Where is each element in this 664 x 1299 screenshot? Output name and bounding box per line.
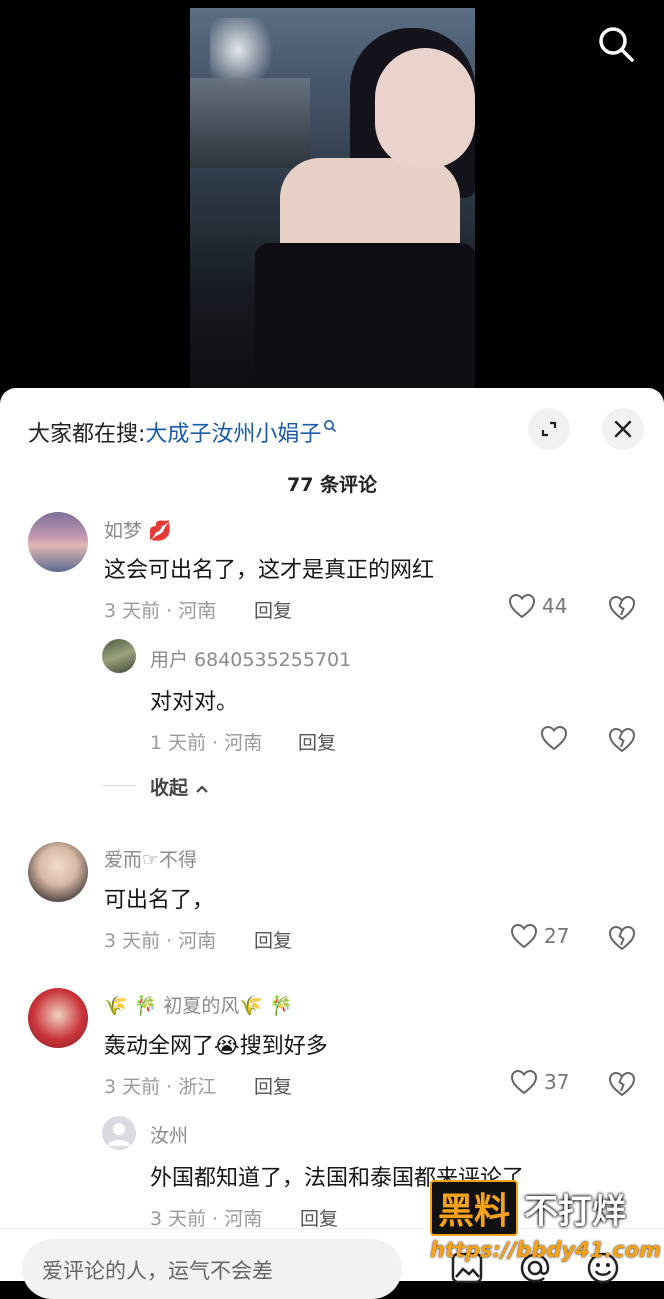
heart-broken-icon — [608, 595, 636, 621]
watermark-url: https://bbdy41.com — [430, 1238, 662, 1262]
comment-username[interactable]: 🌾 🎋 初夏的风🌾 🎋 — [104, 991, 293, 1018]
comment-username[interactable]: 爱而☞不得 — [104, 845, 197, 872]
heart-icon — [510, 1069, 538, 1095]
like-count: 44 — [542, 594, 568, 618]
comment-input-placeholder: 爱评论的人，运气不会差 — [42, 1259, 273, 1283]
reply-button[interactable]: 回复 — [254, 1072, 292, 1099]
trending-keyword[interactable]: 大成子汝州小娟子 — [145, 422, 321, 447]
expand-button[interactable] — [528, 408, 570, 450]
comment-text: 可出名了， — [104, 888, 215, 913]
heart-icon — [508, 593, 536, 619]
like-button[interactable]: 27 — [510, 923, 569, 949]
dislike-button[interactable] — [608, 1071, 636, 1101]
comment-meta: 3 天前 · 河南 — [104, 600, 217, 622]
heart-icon — [510, 923, 538, 949]
divider — [102, 785, 136, 786]
comment-text: 这会可出名了，这才是真正的网红 — [104, 558, 435, 583]
close-button[interactable] — [602, 408, 644, 450]
crying-emoji: 😭 — [214, 1034, 240, 1059]
expand-icon — [541, 421, 557, 437]
avatar[interactable] — [28, 512, 88, 572]
avatar[interactable] — [28, 842, 88, 902]
avatar[interactable] — [28, 988, 88, 1048]
avatar[interactable] — [102, 1116, 136, 1150]
reply-button[interactable]: 回复 — [254, 596, 292, 623]
comment-sheet: 大家都在搜:大成子汝州小娟子 77 条评论 如梦 💋 这会可出名了，这才是真正的… — [0, 388, 664, 1280]
like-button[interactable]: 44 — [508, 593, 567, 619]
comment-meta: 3 天前 · 河南 — [104, 930, 217, 952]
reply-button[interactable]: 回复 — [300, 1204, 338, 1231]
watermark-logo: 黑料 — [430, 1180, 519, 1236]
like-button[interactable]: 37 — [510, 1069, 569, 1095]
video-player[interactable] — [190, 8, 475, 388]
dislike-button[interactable] — [608, 925, 636, 955]
comment-meta: 3 天前 · 河南 — [150, 1208, 263, 1230]
search-button[interactable] — [596, 24, 636, 64]
comment-meta: 3 天前 · 浙江 — [104, 1076, 217, 1098]
search-icon — [599, 27, 634, 62]
parking-garage-background — [190, 78, 310, 168]
heart-broken-icon — [608, 727, 636, 753]
comment-input[interactable]: 爱评论的人，运气不会差 — [22, 1239, 402, 1299]
comment-text: 轰动全网了😭搜到好多 — [104, 1034, 328, 1059]
search-icon — [324, 419, 337, 432]
heart-broken-icon — [608, 925, 636, 951]
heart-broken-icon — [608, 1071, 636, 1097]
watermark-text: 不打烊 — [524, 1191, 627, 1232]
like-count: 37 — [544, 1070, 570, 1094]
comment-username[interactable]: 汝州 — [150, 1121, 188, 1148]
comment-username[interactable]: 用户 6840535255701 — [150, 645, 351, 672]
dislike-button[interactable] — [608, 727, 636, 757]
dislike-button[interactable] — [608, 595, 636, 625]
video-subject-dress — [255, 243, 475, 388]
trending-label: 大家都在搜: — [28, 422, 146, 447]
avatar[interactable] — [102, 639, 136, 673]
comment-meta: 1 天前 · 河南 — [150, 732, 263, 754]
comment-count: 77 条评论 — [286, 474, 378, 496]
like-button[interactable] — [540, 725, 568, 751]
collapse-replies-button[interactable]: 收起 — [150, 773, 209, 800]
watermark: 黑料 不打烊 https://bbdy41.com — [430, 1180, 661, 1262]
like-count: 27 — [544, 924, 570, 948]
comment-username[interactable]: 如梦 💋 — [104, 516, 172, 543]
reply-button[interactable]: 回复 — [298, 728, 336, 755]
reply-button[interactable]: 回复 — [254, 926, 292, 953]
trending-search[interactable]: 大家都在搜:大成子汝州小娟子 — [28, 416, 337, 448]
video-subject-face — [375, 48, 475, 168]
comment-text: 对对对。 — [150, 690, 239, 715]
close-icon — [614, 420, 632, 438]
heart-icon — [540, 725, 568, 751]
default-user-icon — [108, 1123, 130, 1146]
chevron-up-icon — [195, 785, 208, 793]
